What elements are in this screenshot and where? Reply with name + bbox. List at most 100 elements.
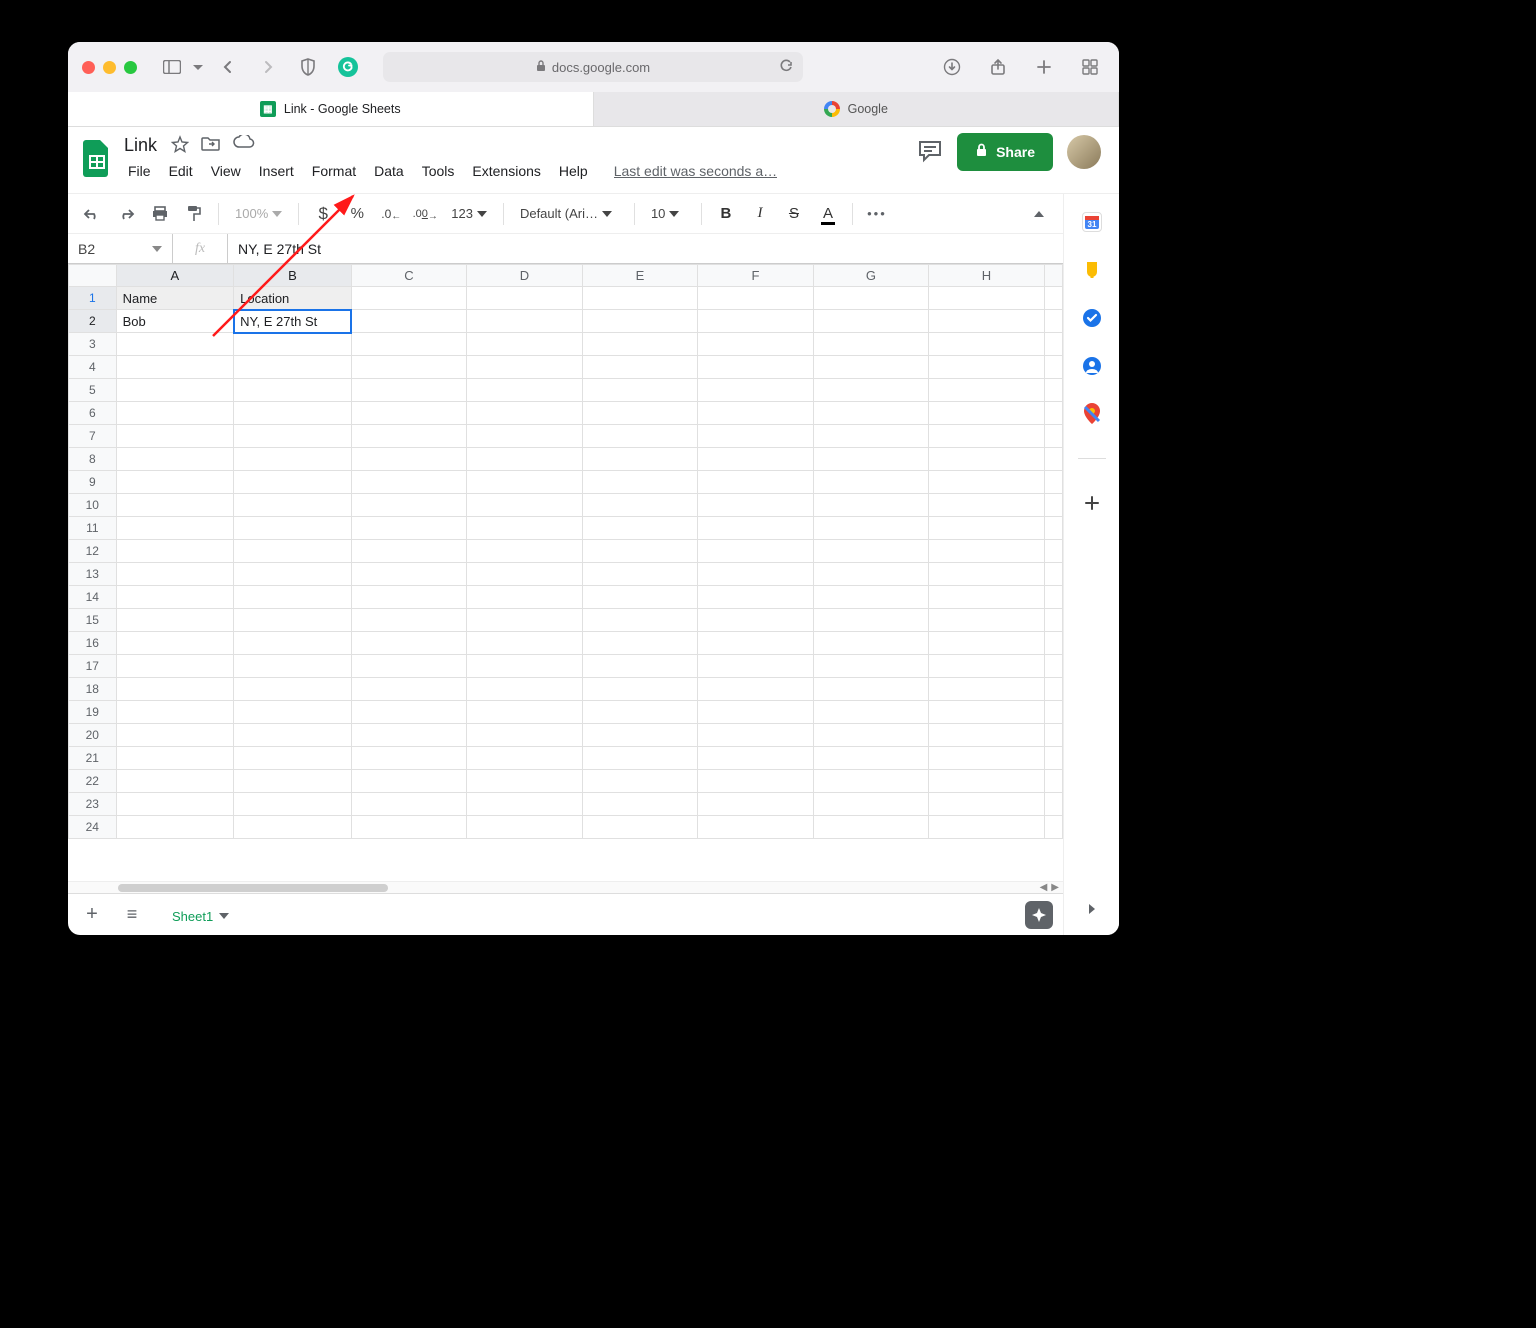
cell-C13[interactable]: [351, 563, 467, 586]
row-header-22[interactable]: 22: [69, 770, 117, 793]
cell-G10[interactable]: [813, 494, 929, 517]
cell-A16[interactable]: [116, 632, 234, 655]
cell-E10[interactable]: [582, 494, 698, 517]
cell-E9[interactable]: [582, 471, 698, 494]
zoom-dropdown[interactable]: 100%: [229, 206, 288, 221]
row-header-9[interactable]: 9: [69, 471, 117, 494]
cell-H21[interactable]: [929, 747, 1045, 770]
cell-A24[interactable]: [116, 816, 234, 839]
row-header-1[interactable]: 1: [69, 287, 117, 310]
cell-E18[interactable]: [582, 678, 698, 701]
explore-icon[interactable]: [1025, 901, 1053, 929]
cell-G4[interactable]: [813, 356, 929, 379]
cell-A20[interactable]: [116, 724, 234, 747]
cell-F21[interactable]: [698, 747, 814, 770]
row-header-17[interactable]: 17: [69, 655, 117, 678]
cell-F3[interactable]: [698, 333, 814, 356]
cell-B6[interactable]: [234, 402, 352, 425]
cell-H24[interactable]: [929, 816, 1045, 839]
cell-A1[interactable]: Name: [116, 287, 234, 310]
cell-B12[interactable]: [234, 540, 352, 563]
cell-C11[interactable]: [351, 517, 467, 540]
row-header-15[interactable]: 15: [69, 609, 117, 632]
privacy-shield-icon[interactable]: [293, 53, 323, 81]
cell-C23[interactable]: [351, 793, 467, 816]
menu-extensions[interactable]: Extensions: [464, 160, 548, 182]
menu-edit[interactable]: Edit: [161, 160, 201, 182]
cell-G1[interactable]: [813, 287, 929, 310]
cell-C10[interactable]: [351, 494, 467, 517]
cell-F14[interactable]: [698, 586, 814, 609]
cell-A13[interactable]: [116, 563, 234, 586]
close-window-button[interactable]: [82, 61, 95, 74]
cell-H18[interactable]: [929, 678, 1045, 701]
cell-G23[interactable]: [813, 793, 929, 816]
cell-C21[interactable]: [351, 747, 467, 770]
share-icon[interactable]: [983, 53, 1013, 81]
italic-icon[interactable]: I: [746, 200, 774, 228]
browser-tab-google[interactable]: Google: [594, 92, 1120, 126]
cell-F18[interactable]: [698, 678, 814, 701]
cell-C16[interactable]: [351, 632, 467, 655]
address-bar[interactable]: docs.google.com: [383, 52, 803, 82]
cell-A12[interactable]: [116, 540, 234, 563]
cell-H4[interactable]: [929, 356, 1045, 379]
cell-C18[interactable]: [351, 678, 467, 701]
maps-icon[interactable]: [1082, 404, 1102, 424]
cell-G5[interactable]: [813, 379, 929, 402]
cloud-status-icon[interactable]: [233, 135, 255, 156]
move-icon[interactable]: [201, 135, 221, 156]
cell-B22[interactable]: [234, 770, 352, 793]
cell-D6[interactable]: [467, 402, 583, 425]
cell-C12[interactable]: [351, 540, 467, 563]
scroll-right-icon[interactable]: ▶: [1051, 882, 1059, 893]
cell-D8[interactable]: [467, 448, 583, 471]
cell-F6[interactable]: [698, 402, 814, 425]
cell-B19[interactable]: [234, 701, 352, 724]
select-all-cell[interactable]: [69, 265, 117, 287]
menu-insert[interactable]: Insert: [251, 160, 302, 182]
print-icon[interactable]: [146, 200, 174, 228]
strikethrough-icon[interactable]: S: [780, 200, 808, 228]
menu-view[interactable]: View: [203, 160, 249, 182]
cell-A19[interactable]: [116, 701, 234, 724]
cell-H6[interactable]: [929, 402, 1045, 425]
cell-A15[interactable]: [116, 609, 234, 632]
keep-icon[interactable]: [1082, 260, 1102, 280]
cell-E4[interactable]: [582, 356, 698, 379]
star-icon[interactable]: [171, 135, 189, 156]
collapse-toolbar-icon[interactable]: [1025, 200, 1053, 228]
cell-D17[interactable]: [467, 655, 583, 678]
cell-E20[interactable]: [582, 724, 698, 747]
cell-H7[interactable]: [929, 425, 1045, 448]
formula-input[interactable]: NY, E 27th St: [228, 234, 1063, 263]
cell-C14[interactable]: [351, 586, 467, 609]
col-header-B[interactable]: B: [234, 265, 352, 287]
share-button[interactable]: Share: [957, 133, 1053, 171]
back-button[interactable]: [213, 53, 243, 81]
cell-C1[interactable]: [351, 287, 467, 310]
cell-G18[interactable]: [813, 678, 929, 701]
cell-B17[interactable]: [234, 655, 352, 678]
cell-H16[interactable]: [929, 632, 1045, 655]
downloads-icon[interactable]: [937, 53, 967, 81]
cell-F8[interactable]: [698, 448, 814, 471]
cell-G9[interactable]: [813, 471, 929, 494]
cell-E13[interactable]: [582, 563, 698, 586]
cell-B21[interactable]: [234, 747, 352, 770]
cell-D5[interactable]: [467, 379, 583, 402]
cell-A4[interactable]: [116, 356, 234, 379]
cell-G2[interactable]: [813, 310, 929, 333]
cell-F1[interactable]: [698, 287, 814, 310]
row-header-11[interactable]: 11: [69, 517, 117, 540]
cell-F2[interactable]: [698, 310, 814, 333]
row-header-12[interactable]: 12: [69, 540, 117, 563]
cell-A10[interactable]: [116, 494, 234, 517]
forward-button[interactable]: [253, 53, 283, 81]
reload-icon[interactable]: [779, 59, 793, 76]
cell-F20[interactable]: [698, 724, 814, 747]
row-header-10[interactable]: 10: [69, 494, 117, 517]
row-header-13[interactable]: 13: [69, 563, 117, 586]
sheet-tab[interactable]: Sheet1: [158, 897, 243, 933]
cell-B8[interactable]: [234, 448, 352, 471]
